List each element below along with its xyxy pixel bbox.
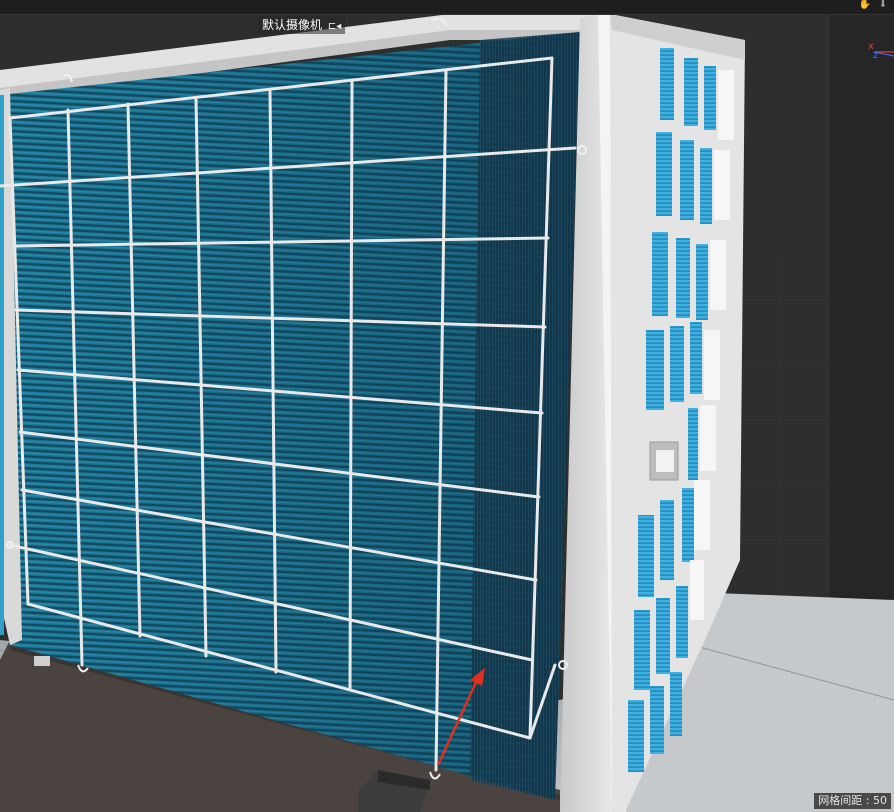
arrow-down-icon[interactable]: ⬇ bbox=[876, 0, 890, 10]
camera-label-text: 默认摄像机 bbox=[262, 18, 323, 32]
3d-viewport[interactable]: ✋ ⬇ 默认摄像机 ⊏◂ x z 网格间距 : 50 bbox=[0, 0, 894, 812]
grid-spacing-status: 网格间距 : 50 bbox=[814, 793, 891, 809]
camera-menu-icon[interactable]: ⊏◂ bbox=[328, 18, 341, 36]
axis-gizmo[interactable]: x z bbox=[864, 40, 894, 64]
camera-selector[interactable]: 默认摄像机 ⊏◂ bbox=[258, 16, 346, 36]
axis-z-label: z bbox=[873, 50, 879, 61]
hand-icon[interactable]: ✋ bbox=[858, 0, 872, 10]
scene-render bbox=[0, 0, 894, 812]
viewport-toolbar bbox=[0, 0, 894, 15]
